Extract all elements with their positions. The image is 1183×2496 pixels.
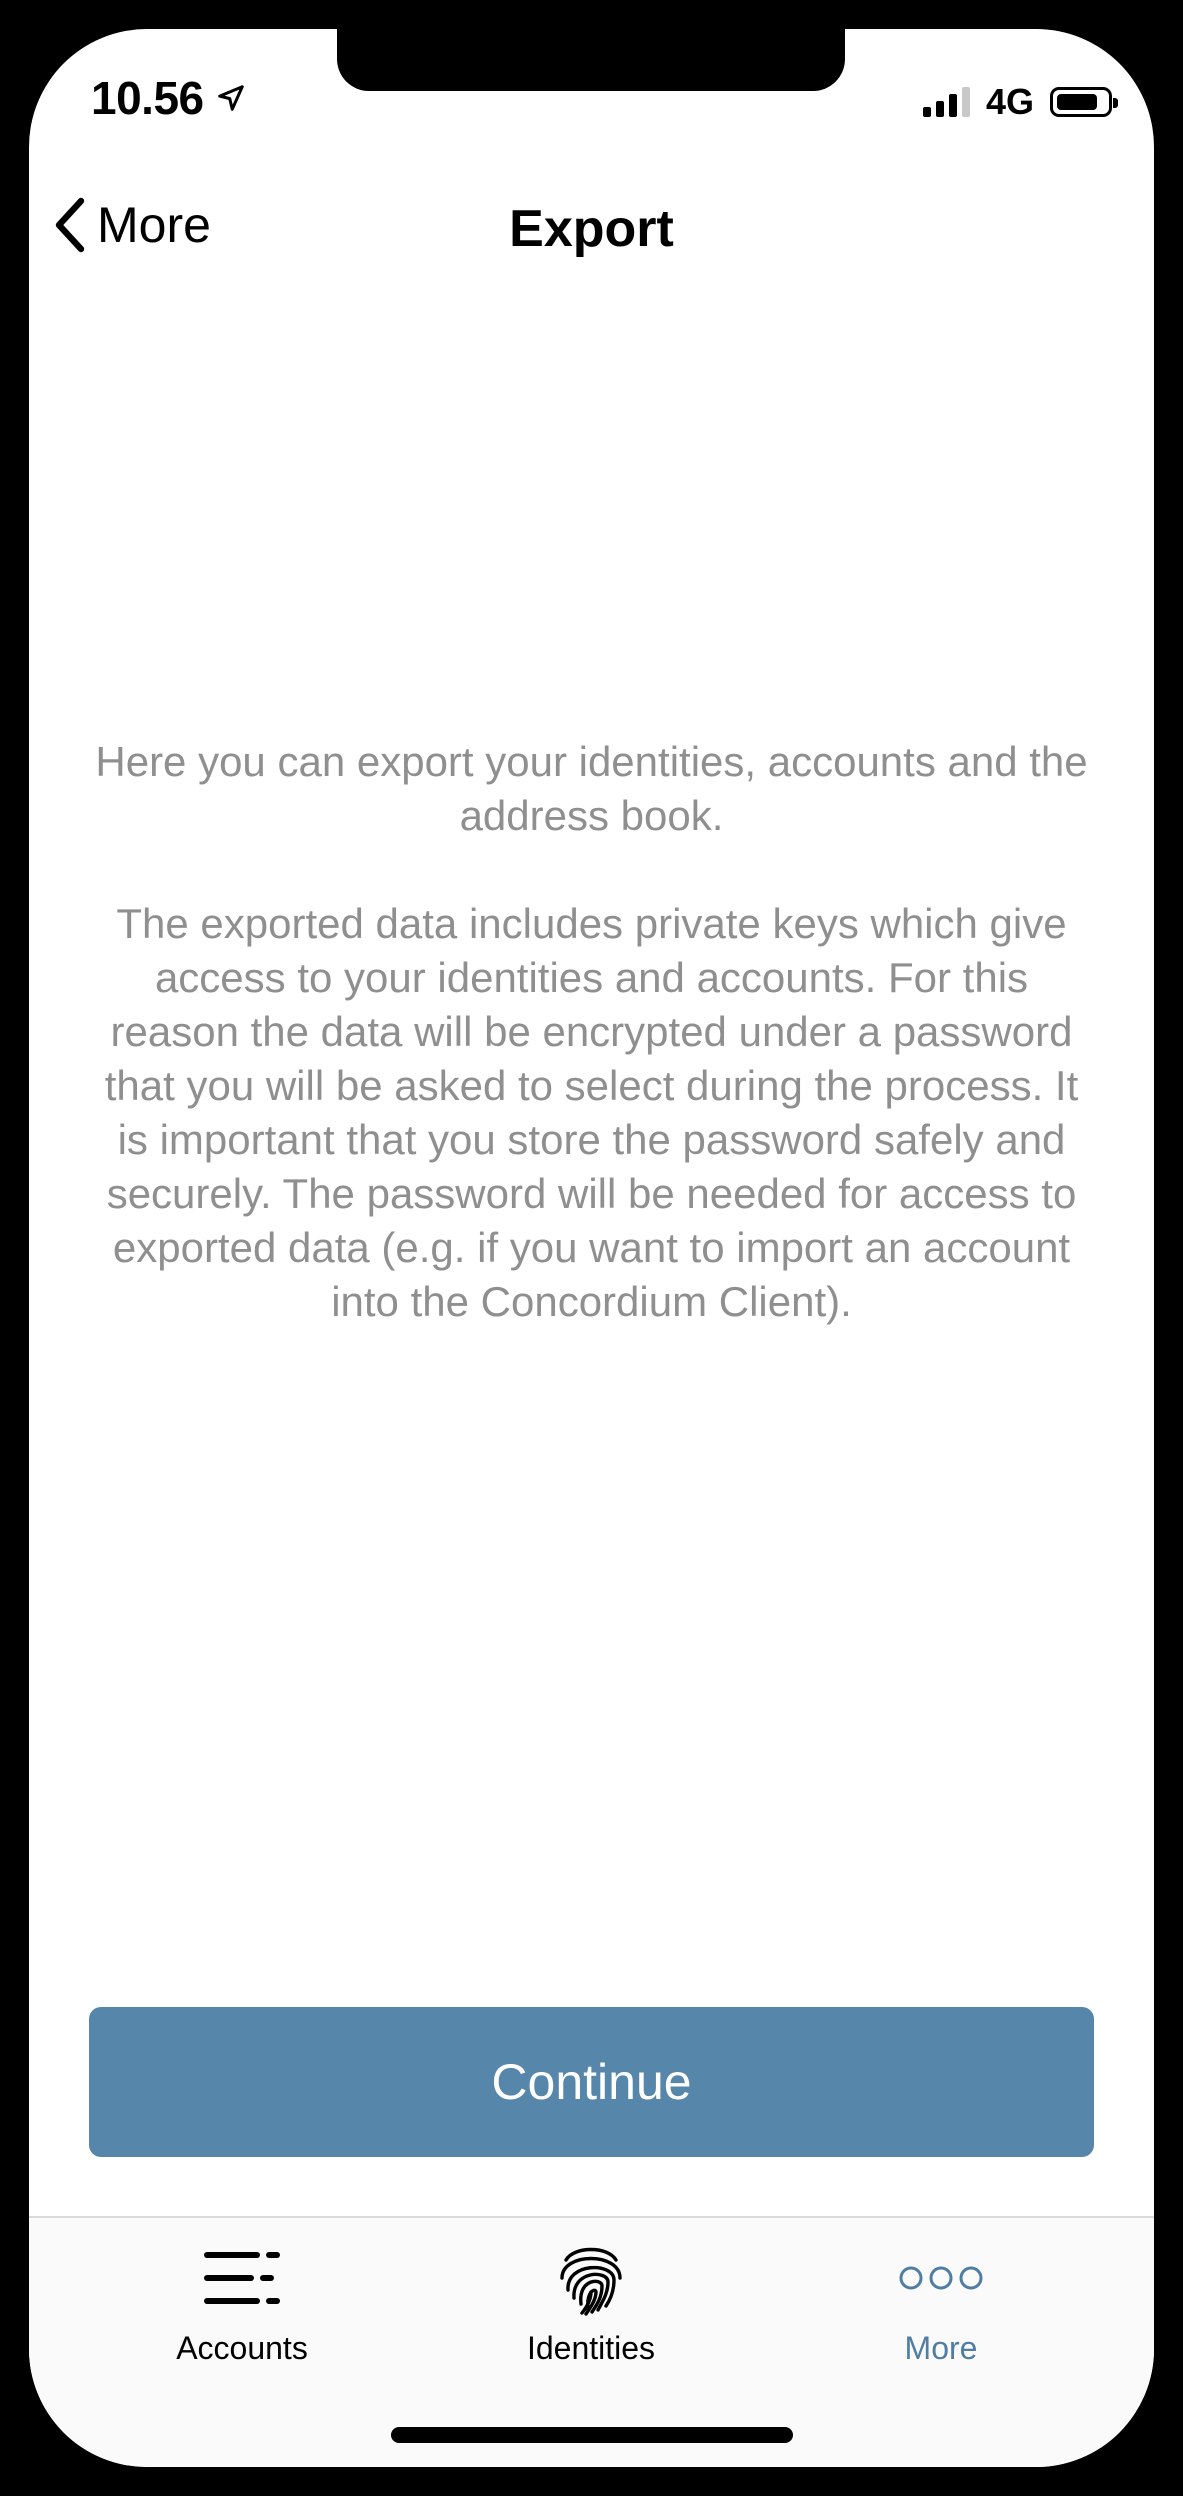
notch (337, 29, 845, 91)
tab-accounts-label: Accounts (176, 2330, 308, 2366)
device-frame: 10.56 4G More Export Here you can export… (0, 0, 1183, 2496)
cellular-signal-icon (922, 87, 970, 117)
accounts-list-icon (200, 2238, 284, 2318)
tab-identities-label: Identities (526, 2330, 656, 2366)
more-circles-icon (899, 2238, 983, 2318)
tab-more[interactable]: More (791, 2238, 1091, 2367)
network-type-label: 4G (985, 81, 1034, 122)
location-arrow-icon (217, 85, 244, 111)
details-text: The exported data includes private keys … (104, 900, 1079, 1325)
fingerprint-icon (556, 2238, 626, 2318)
tab-accounts[interactable]: Accounts (92, 2238, 392, 2367)
continue-button[interactable]: Continue (89, 2007, 1094, 2157)
status-bar-time: 10.56 (91, 71, 246, 125)
tab-more-label: More (904, 2330, 978, 2366)
tab-identities[interactable]: Identities (441, 2238, 741, 2367)
home-indicator[interactable] (391, 2427, 793, 2443)
export-description: Here you can export your identities, acc… (89, 735, 1094, 1329)
screen: 10.56 4G More Export Here you can export… (29, 29, 1154, 2467)
time-label: 10.56 (91, 72, 204, 124)
intro-text: Here you can export your identities, acc… (95, 738, 1088, 839)
page-title: Export (509, 200, 674, 258)
status-bar-indicators: 4G (922, 81, 1118, 123)
battery-icon (1050, 87, 1118, 117)
